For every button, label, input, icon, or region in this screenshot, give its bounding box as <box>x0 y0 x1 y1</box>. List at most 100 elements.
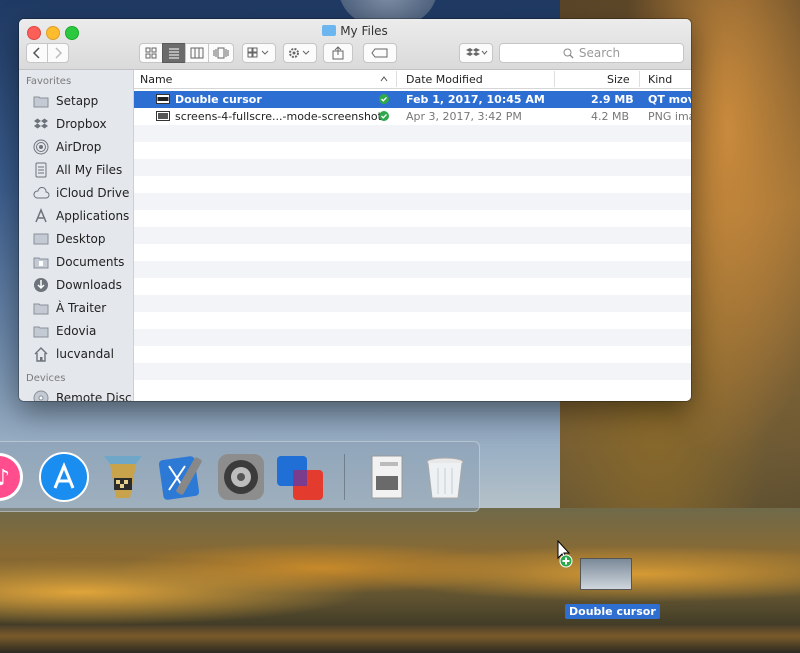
sidebar-item-documents[interactable]: Documents <box>32 252 124 272</box>
sidebar-item-label: Applications <box>56 209 130 223</box>
dock-separator <box>344 454 345 500</box>
icon-view-button[interactable] <box>139 43 163 63</box>
empty-row <box>134 261 691 278</box>
table-row[interactable]: screens-4-fullscre...-mode-screenshot Ap… <box>134 108 691 125</box>
folder-icon <box>322 25 337 36</box>
sidebar-item-setapp[interactable]: Setapp <box>32 91 98 111</box>
search-placeholder: Search <box>578 46 621 60</box>
system-preferences-dock-icon[interactable] <box>214 450 268 504</box>
empty-row <box>134 159 691 176</box>
list-view-button[interactable] <box>162 43 186 63</box>
applications-icon <box>32 208 50 224</box>
documents-stack-dock-icon[interactable] <box>360 450 414 504</box>
share-button[interactable] <box>323 43 353 63</box>
column-view-button[interactable] <box>185 43 209 63</box>
file-size: 4.2 MB <box>591 110 630 123</box>
sidebar-item-airdrop[interactable]: AirDrop <box>32 137 101 157</box>
lake-scenery <box>0 625 800 653</box>
itunes-dock-icon[interactable]: ♪ <box>0 450 26 504</box>
name-column-header[interactable]: Name <box>140 73 172 86</box>
size-column-header[interactable]: Size <box>607 73 630 86</box>
folder-icon <box>32 300 50 316</box>
cover-flow-icon <box>213 47 229 59</box>
search-icon <box>563 48 574 58</box>
disc-icon <box>32 390 50 401</box>
sidebar-item-applications[interactable]: Applications <box>32 206 129 226</box>
edit-tags-button[interactable] <box>363 43 397 63</box>
favorites-heading: Favorites <box>26 76 72 87</box>
sidebar-item-label: Edovia <box>56 324 97 338</box>
sidebar-item-downloads[interactable]: Downloads <box>32 275 122 295</box>
mouse-cursor-copy-icon <box>556 539 576 570</box>
table-row[interactable]: Double cursor Feb 1, 2017, 10:45 AM 2.9 … <box>134 91 691 108</box>
folder-icon <box>32 93 50 109</box>
sidebar-item-a-traiter[interactable]: À Traiter <box>32 298 106 318</box>
dropbox-menu-button[interactable] <box>459 43 493 63</box>
sidebar-item-label: Remote Disc <box>56 391 132 401</box>
cover-flow-button[interactable] <box>208 43 234 63</box>
sidebar-item-label: iCloud Drive <box>56 186 130 200</box>
forest-scenery <box>0 508 800 628</box>
desktop-icon <box>32 231 50 247</box>
sidebar-item-desktop[interactable]: Desktop <box>32 229 106 249</box>
dropbox-icon <box>32 116 50 132</box>
sidebar-item-remote-disc[interactable]: Remote Disc <box>32 388 132 401</box>
devices-heading: Devices <box>26 373 66 384</box>
sidebar-item-label: À Traiter <box>56 301 107 315</box>
xcode-dock-icon[interactable] <box>155 450 209 504</box>
empty-row <box>134 329 691 346</box>
column-divider <box>554 71 555 87</box>
action-button[interactable] <box>283 43 317 63</box>
file-kind: QT movie <box>648 93 691 106</box>
file-list: Name Date Modified Size Kind Double curs… <box>134 70 691 401</box>
sort-ascending-icon <box>380 76 388 82</box>
titlebar: My Files Search <box>19 19 691 70</box>
parallels-dock-icon[interactable] <box>273 450 327 504</box>
kind-column-header[interactable]: Kind <box>648 73 672 86</box>
sidebar-item-label: Downloads <box>56 278 122 292</box>
column-divider <box>639 71 640 87</box>
home-icon <box>32 346 50 362</box>
finder-window: My Files Search Favorites Setapp Dropbox… <box>19 19 691 401</box>
sidebar-item-dropbox[interactable]: Dropbox <box>32 114 107 134</box>
empty-row <box>134 142 691 159</box>
file-date: Apr 3, 2017, 3:42 PM <box>406 110 522 123</box>
svg-text:♪: ♪ <box>0 466 10 491</box>
empty-row <box>134 125 691 142</box>
sidebar-item-label: Setapp <box>56 94 99 108</box>
empty-row <box>134 312 691 329</box>
empty-row <box>134 380 691 397</box>
forward-button[interactable] <box>47 43 69 63</box>
cloud-icon <box>32 185 50 201</box>
trash-dock-icon[interactable] <box>418 450 472 504</box>
empty-row <box>134 193 691 210</box>
file-name: screens-4-fullscre...-mode-screenshot <box>175 110 382 123</box>
sidebar-item-edovia[interactable]: Edovia <box>32 321 96 341</box>
share-icon <box>332 46 344 60</box>
search-field[interactable]: Search <box>499 43 684 63</box>
sidebar-item-lucvandal[interactable]: lucvandal <box>32 344 114 364</box>
date-modified-column-header[interactable]: Date Modified <box>406 73 483 86</box>
arrange-button[interactable] <box>242 43 276 63</box>
dock: ♪ <box>0 441 480 512</box>
gear-icon <box>289 48 310 58</box>
file-kind: PNG image <box>648 110 691 123</box>
dropbox-icon <box>466 48 488 56</box>
movie-file-icon <box>156 94 170 104</box>
sidebar: Favorites Setapp Dropbox AirDrop All My … <box>19 70 134 401</box>
sidebar-item-label: Dropbox <box>56 117 107 131</box>
chevron-right-icon <box>55 47 63 59</box>
sidebar-item-label: All My Files <box>56 163 123 177</box>
app-store-dock-icon[interactable] <box>37 450 91 504</box>
downloads-icon <box>32 277 50 293</box>
sidebar-item-all-my-files[interactable]: All My Files <box>32 160 122 180</box>
transmit-dock-icon[interactable] <box>96 450 150 504</box>
empty-row <box>134 295 691 312</box>
empty-row <box>134 176 691 193</box>
sidebar-item-label: Documents <box>56 255 125 269</box>
back-button[interactable] <box>26 43 48 63</box>
sidebar-item-icloud-drive[interactable]: iCloud Drive <box>32 183 129 203</box>
drag-file-label: Double cursor <box>565 604 660 619</box>
all-files-icon <box>32 162 50 178</box>
empty-row <box>134 363 691 380</box>
